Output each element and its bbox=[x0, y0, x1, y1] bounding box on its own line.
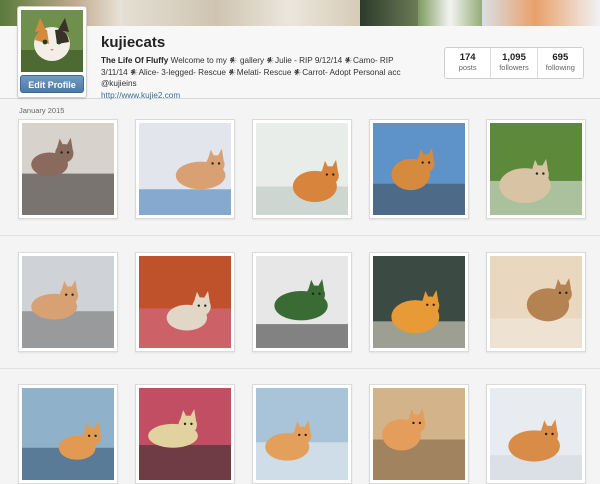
cover-tile bbox=[418, 0, 482, 26]
photo-calico-with-cone[interactable] bbox=[135, 119, 235, 219]
photo-image bbox=[373, 256, 465, 348]
photo-koi-and-ginger-cat[interactable] bbox=[369, 252, 469, 352]
photo-orange-kitten-on-tiles[interactable] bbox=[252, 119, 352, 219]
photo-image bbox=[22, 123, 114, 215]
photo-cat-stretching-on-sheets[interactable] bbox=[486, 252, 586, 352]
bio: The Life Of Fluffy Welcome to my 𒀭 galle… bbox=[101, 55, 401, 101]
photo-image bbox=[139, 388, 231, 480]
row-divider bbox=[0, 368, 600, 369]
photo-image bbox=[256, 123, 348, 215]
photo-kitten-on-back[interactable] bbox=[486, 384, 586, 484]
photo-image bbox=[256, 256, 348, 348]
edit-profile-button[interactable]: Edit Profile bbox=[20, 75, 84, 93]
photo-white-cat-on-desk[interactable] bbox=[252, 252, 352, 352]
photo-tabby-kitten-standing[interactable] bbox=[369, 384, 469, 484]
profile-header: Edit Profile kujiecats The Life Of Fluff… bbox=[0, 6, 600, 101]
month-label: January 2015 bbox=[19, 106, 65, 115]
photo-image bbox=[22, 256, 114, 348]
photo-kittens-eating-from-bowl[interactable] bbox=[135, 384, 235, 484]
cover-tile bbox=[482, 0, 600, 26]
stat-followers[interactable]: 1,095 followers bbox=[491, 48, 538, 78]
photo-cats-on-grass[interactable] bbox=[486, 119, 586, 219]
photo-image bbox=[139, 256, 231, 348]
photo-image bbox=[373, 123, 465, 215]
cover-tile bbox=[360, 0, 418, 26]
stat-posts-value: 174 bbox=[459, 52, 476, 63]
stat-following-value: 695 bbox=[552, 52, 569, 63]
row-divider bbox=[0, 235, 600, 236]
photo-image bbox=[490, 256, 582, 348]
photo-image bbox=[490, 123, 582, 215]
stat-following-label: following bbox=[545, 63, 575, 72]
photo-cat-lying-on-counter[interactable] bbox=[18, 252, 118, 352]
photo-orange-kitten-on-car[interactable] bbox=[369, 119, 469, 219]
stat-followers-value: 1,095 bbox=[502, 52, 526, 63]
photo-image bbox=[490, 388, 582, 480]
bio-title: The Life Of Fluffy bbox=[101, 56, 169, 65]
photo-image bbox=[256, 388, 348, 480]
stats-box: 174 posts 1,095 followers 695 following bbox=[444, 47, 584, 79]
photo-image bbox=[139, 123, 231, 215]
avatar[interactable] bbox=[21, 10, 83, 72]
stat-posts-label: posts bbox=[458, 63, 477, 72]
photo-orange-kitten-on-cushion[interactable] bbox=[18, 384, 118, 484]
website-link[interactable]: http://www.kujie2.com bbox=[101, 90, 401, 102]
username: kujiecats bbox=[101, 34, 166, 51]
stat-posts[interactable]: 174 posts bbox=[445, 48, 492, 78]
avatar-cat-image bbox=[21, 10, 83, 72]
photo-kittens-with-flowers-collage[interactable] bbox=[135, 252, 235, 352]
photo-image bbox=[373, 388, 465, 480]
cover-tile bbox=[122, 0, 360, 26]
photo-image bbox=[22, 388, 114, 480]
avatar-card: Edit Profile bbox=[17, 6, 87, 98]
stat-followers-label: followers bbox=[499, 63, 529, 72]
cover-photo-strip bbox=[0, 0, 600, 26]
photo-tricolor-kittens-on-blanket[interactable] bbox=[18, 119, 118, 219]
stat-following[interactable]: 695 following bbox=[538, 48, 583, 78]
photo-orange-kitten-sleeping[interactable] bbox=[252, 384, 352, 484]
